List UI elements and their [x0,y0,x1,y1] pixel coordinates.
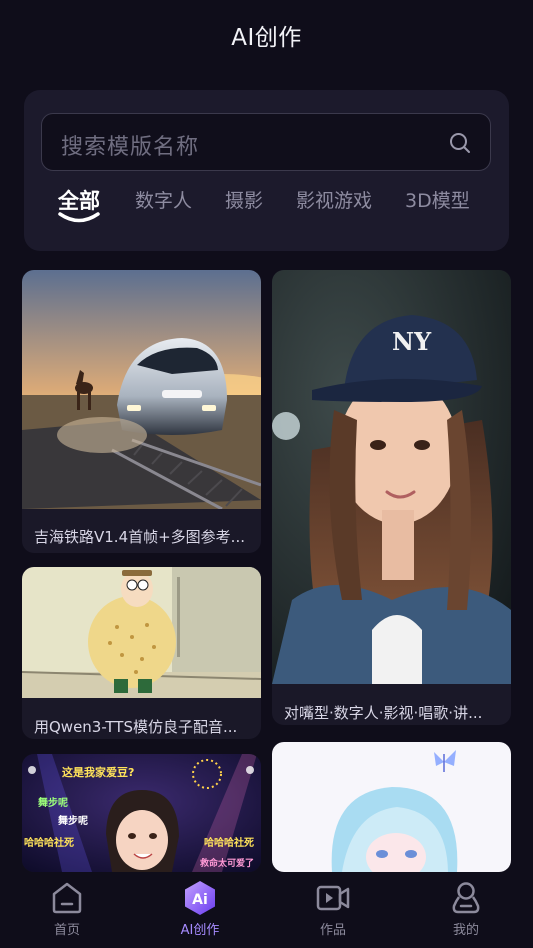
template-card[interactable]: NY 对嘴型·数字人·影视·唱歌·讲... [272,270,511,725]
ai-icon: Ai [185,881,215,915]
tab-digital-human[interactable]: 数字人 [135,186,192,213]
card-thumbnail [272,742,511,872]
active-tab-indicator [58,212,100,223]
tab-3d-model[interactable]: 3D模型 [405,186,470,213]
tab-film-game[interactable]: 影视游戏 [296,186,372,213]
bottom-navigation: 首页 Ai AI创作 作品 我的 [0,872,533,948]
svg-text:这是我家爱豆?: 这是我家爱豆? [62,765,134,779]
search-icon[interactable] [448,131,472,155]
nav-label: 我的 [452,923,479,938]
tab-photography[interactable]: 摄影 [225,186,263,213]
card-thumbnail: 这是我家爱豆? 舞步呢 舞步呢 哈哈哈社死 哈哈哈社死 救命太可爱了 [22,754,261,872]
nav-label: 首页 [53,923,80,938]
search-input[interactable]: 搜索模版名称 [41,113,491,171]
nav-label: AI创作 [180,923,220,938]
home-icon [52,882,82,914]
svg-text:Ai: Ai [192,892,208,908]
svg-text:救命太可爱了: 救命太可爱了 [200,857,254,869]
template-card[interactable]: 吉海铁路V1.4首帧+多图参考... [22,270,261,553]
svg-text:NY: NY [392,327,432,356]
card-title: 用Qwen3-TTS模仿良子配音... [34,718,238,736]
page-title: AI创作 [231,25,302,51]
profile-icon [452,882,480,914]
video-icon [316,885,350,911]
card-thumbnail [22,567,261,698]
nav-label: 作品 [319,923,346,938]
nav-works[interactable]: 作品 [293,880,373,938]
template-card[interactable]: 用Qwen3-TTS模仿良子配音... [22,567,261,739]
search-panel: 搜索模版名称 全部 数字人 摄影 影视游戏 3D模型 [24,90,509,251]
svg-text:哈哈哈社死: 哈哈哈社死 [24,836,74,849]
nav-home[interactable]: 首页 [27,880,107,938]
svg-text:哈哈哈社死: 哈哈哈社死 [204,836,254,849]
template-card[interactable] [272,742,511,872]
nav-profile[interactable]: 我的 [426,880,506,938]
template-card[interactable]: 这是我家爱豆? 舞步呢 舞步呢 哈哈哈社死 哈哈哈社死 救命太可爱了 [22,754,261,872]
card-thumbnail: NY [272,270,511,684]
nav-ai-create[interactable]: Ai AI创作 [160,880,240,938]
category-tabs: 全部 数字人 摄影 影视游戏 3D模型 [24,186,509,230]
svg-text:舞步呢: 舞步呢 [38,796,68,809]
card-title: 对嘴型·数字人·影视·唱歌·讲... [284,704,483,722]
card-thumbnail [22,270,261,509]
search-placeholder: 搜索模版名称 [61,135,200,160]
card-title: 吉海铁路V1.4首帧+多图参考... [34,528,245,546]
svg-text:舞步呢: 舞步呢 [58,814,88,827]
